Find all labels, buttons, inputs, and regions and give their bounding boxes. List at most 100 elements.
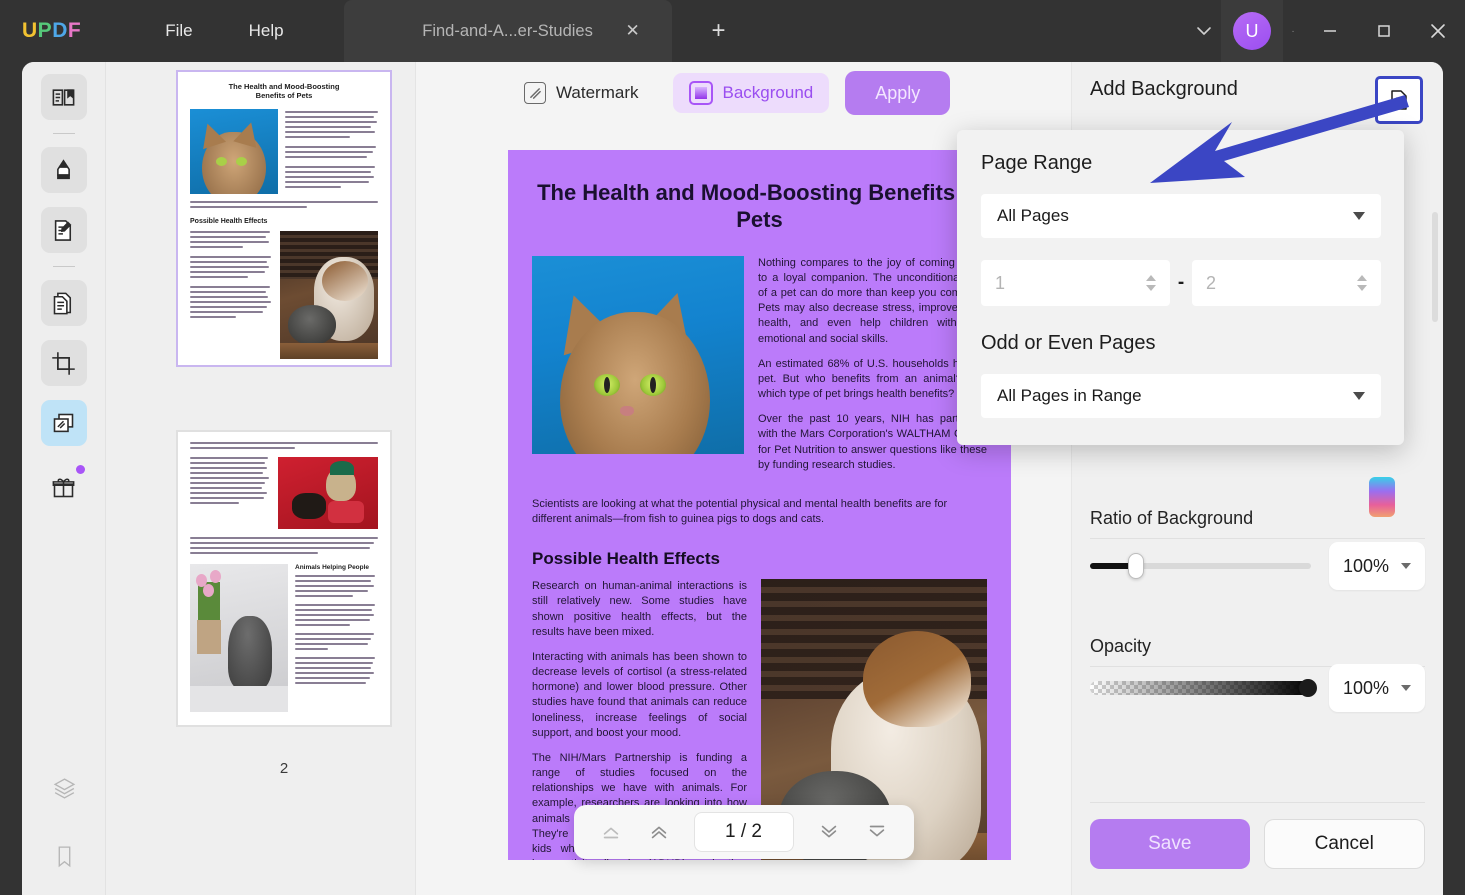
document-tab[interactable]: Find-and-A...er-Studies ✕ [344, 0, 672, 62]
sidebar-item-edit-pdf[interactable] [41, 207, 87, 253]
gift-badge-dot [76, 465, 85, 474]
thumbnail-page-2[interactable]: Animals Helping People [176, 430, 392, 727]
sidebar-item-layers[interactable] [41, 765, 87, 811]
odd-even-select-value: All Pages in Range [997, 386, 1142, 406]
next-page-button[interactable] [808, 812, 850, 852]
avatar[interactable]: U [1221, 0, 1283, 62]
page-from-stepper[interactable] [1146, 275, 1156, 291]
title-bar: UPDF File Help Find-and-A...er-Studies ✕… [0, 0, 1465, 62]
logo-letter-d: D [52, 19, 68, 42]
panel-scrollbar[interactable] [1432, 212, 1438, 322]
ratio-value-box[interactable]: 100% [1329, 542, 1425, 590]
ratio-slider-knob[interactable] [1128, 553, 1144, 579]
opacity-label: Opacity [1090, 636, 1151, 657]
window-controls: U · [1187, 0, 1465, 62]
opacity-value-box[interactable]: 100% [1329, 664, 1425, 712]
rail-divider-2 [53, 266, 75, 267]
page-canvas[interactable]: The Health and Mood-Boosting Benefits of… [508, 150, 1011, 860]
stepper-up-icon[interactable] [1357, 275, 1367, 281]
chevron-down-icon[interactable] [1187, 14, 1221, 48]
thumbnail-pane[interactable]: The Health and Mood-BoostingBenefits of … [106, 62, 416, 895]
page-range-select[interactable]: All Pages [981, 194, 1381, 238]
page-from-value: 1 [995, 273, 1005, 294]
more-dot-icon: · [1283, 26, 1303, 37]
sidebar-item-page-tools[interactable] [41, 280, 87, 326]
ratio-slider-row: 100% [1090, 542, 1425, 590]
chevron-down-icon[interactable] [1401, 563, 1411, 569]
panel-divider-3 [1090, 802, 1425, 803]
ratio-value: 100% [1343, 556, 1389, 577]
tab-watermark[interactable]: Watermark [508, 73, 655, 113]
page-paragraph: An estimated 68% of U.S. households have… [758, 357, 987, 403]
minimize-button[interactable] [1303, 0, 1357, 62]
thumbnail-page-1[interactable]: The Health and Mood-BoostingBenefits of … [176, 70, 392, 367]
chevron-down-icon[interactable] [1353, 392, 1365, 400]
opacity-slider-row: 100% [1090, 664, 1425, 712]
page-title: The Health and Mood-Boosting Benefits of… [532, 180, 987, 234]
page-indicator[interactable]: 1 / 2 [694, 812, 794, 852]
background-label: Background [723, 83, 814, 103]
tab-background[interactable]: Background [673, 73, 830, 113]
save-button[interactable]: Save [1090, 819, 1250, 869]
menu-file[interactable]: File [151, 0, 206, 62]
new-tab-icon[interactable]: + [704, 16, 734, 46]
sidebar-item-bookmark[interactable] [41, 833, 87, 879]
logo-letter-f: F [68, 19, 81, 42]
cat-photo [532, 256, 744, 454]
page-range-select-value: All Pages [997, 206, 1069, 226]
page-wide-paragraph: Scientists are looking at what the poten… [532, 497, 987, 527]
chevron-down-icon[interactable] [1401, 685, 1411, 691]
page-from-input[interactable]: 1 [981, 260, 1170, 306]
panel-divider-1 [1090, 538, 1425, 539]
tool-rail [22, 62, 106, 895]
page-paragraph: Nothing compares to the joy of coming ho… [758, 256, 987, 347]
page-section-heading: Possible Health Effects [532, 549, 987, 569]
stepper-down-icon[interactable] [1357, 285, 1367, 291]
page-paragraph: Interacting with animals has been shown … [532, 650, 747, 741]
ratio-label: Ratio of Background [1090, 508, 1253, 529]
page-row-top: Nothing compares to the joy of coming ho… [532, 256, 987, 483]
maximize-button[interactable] [1357, 0, 1411, 62]
cancel-button[interactable]: Cancel [1264, 819, 1426, 869]
last-page-button[interactable] [856, 812, 898, 852]
opacity-slider-track[interactable] [1090, 681, 1311, 695]
avatar-letter: U [1233, 12, 1271, 50]
menu-help[interactable]: Help [235, 0, 298, 62]
page-paragraph: Over the past 10 years, NIH has partnere… [758, 412, 987, 473]
page-to-input[interactable]: 2 [1192, 260, 1381, 306]
sidebar-item-comment[interactable] [41, 147, 87, 193]
page-range-button[interactable] [1375, 76, 1423, 124]
opacity-value: 100% [1343, 678, 1389, 699]
apply-button[interactable]: Apply [845, 71, 950, 115]
background-icon [689, 81, 713, 105]
ratio-slider-track[interactable] [1090, 563, 1311, 569]
chevron-down-icon[interactable] [1353, 212, 1365, 220]
range-dash: - [1170, 272, 1192, 294]
stepper-down-icon[interactable] [1146, 285, 1156, 291]
page-to-stepper[interactable] [1357, 275, 1367, 291]
sidebar-item-reader[interactable] [41, 74, 87, 120]
rail-divider-1 [53, 133, 75, 134]
page-range-popup: Page Range All Pages 1 - 2 Odd [957, 130, 1404, 445]
page-to-value: 2 [1206, 273, 1216, 294]
sidebar-item-crop[interactable] [41, 340, 87, 386]
first-page-button[interactable] [590, 812, 632, 852]
page-text-column: Nothing compares to the joy of coming ho… [758, 256, 987, 483]
panel-footer: Save Cancel [1090, 819, 1425, 869]
previous-page-button[interactable] [638, 812, 680, 852]
page-navigation: 1 / 2 [574, 805, 914, 859]
stepper-up-icon[interactable] [1146, 275, 1156, 281]
opacity-slider-knob[interactable] [1299, 679, 1317, 697]
odd-even-label: Odd or Even Pages [981, 332, 1156, 355]
background-color-swatch[interactable] [1369, 477, 1395, 517]
updf-window: UPDF File Help Find-and-A...er-Studies ✕… [0, 0, 1465, 895]
logo-letter-u: U [22, 19, 38, 42]
tab-label: Find-and-A...er-Studies [422, 22, 593, 41]
thumbnail-number-2: 2 [280, 760, 288, 777]
sidebar-item-batch[interactable] [41, 400, 87, 446]
close-button[interactable] [1411, 0, 1465, 62]
odd-even-select[interactable]: All Pages in Range [981, 374, 1381, 418]
sidebar-item-gift[interactable] [41, 464, 87, 510]
close-tab-icon[interactable]: ✕ [622, 20, 644, 42]
updf-logo: UPDF [22, 19, 81, 43]
